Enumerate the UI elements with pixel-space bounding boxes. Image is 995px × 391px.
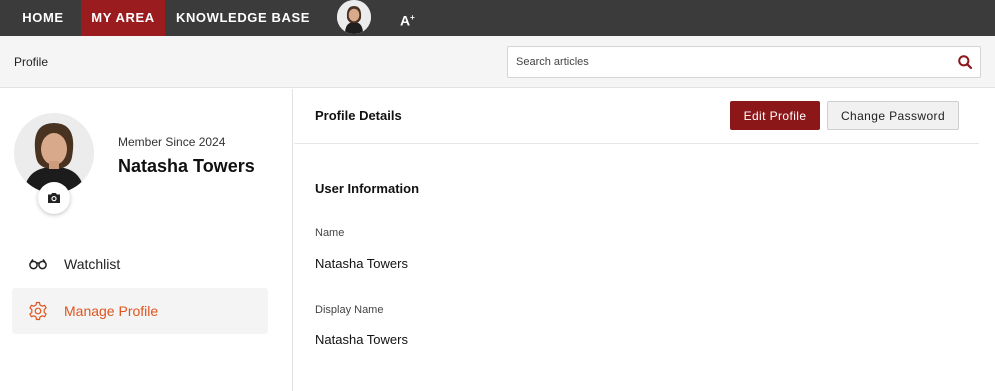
nav-avatar[interactable] (337, 0, 371, 34)
search-box (507, 46, 981, 78)
accessibility-toggle[interactable]: A+ (400, 0, 415, 36)
page-title: Profile Details (315, 108, 402, 123)
nav-home[interactable]: HOME (10, 0, 76, 36)
gear-icon (29, 301, 47, 321)
avatar-photo-icon (14, 113, 94, 193)
name-value: Natasha Towers (315, 256, 408, 271)
sidebar-item-label: Watchlist (64, 256, 121, 272)
display-name-label: Display Name (315, 304, 384, 316)
change-photo-button[interactable] (38, 182, 70, 214)
name-label: Name (315, 227, 345, 239)
accessibility-letter: A (400, 12, 411, 29)
sub-header: Profile (0, 36, 995, 88)
profile-sidebar: Member Since 2024 Natasha Towers Watchli… (0, 89, 293, 391)
sidebar-item-label: Manage Profile (64, 303, 159, 319)
breadcrumb: Profile (14, 55, 49, 69)
binoculars-icon (29, 259, 47, 270)
avatar-photo-icon (337, 0, 371, 34)
nav-knowledge-base[interactable]: KNOWLEDGE BASE (169, 0, 317, 36)
search-icon[interactable] (957, 54, 973, 70)
member-since: Member Since 2024 (118, 135, 226, 149)
avatar (14, 113, 94, 193)
search-input[interactable] (508, 47, 948, 77)
sidebar-item-watchlist[interactable]: Watchlist (12, 241, 268, 287)
nav-my-area[interactable]: MY AREA (81, 0, 165, 36)
user-name: Natasha Towers (118, 156, 255, 176)
display-name-value: Natasha Towers (315, 332, 408, 347)
sidebar-item-manage-profile[interactable]: Manage Profile (12, 288, 268, 334)
edit-profile-button[interactable]: Edit Profile (730, 101, 820, 130)
profile-main: Profile Details Edit Profile Change Pass… (294, 89, 995, 391)
section-title: User Information (315, 181, 420, 196)
accessibility-plus: + (410, 13, 415, 22)
profile-details-header: Profile Details Edit Profile Change Pass… (294, 89, 979, 144)
change-password-button[interactable]: Change Password (827, 101, 959, 130)
top-navigation: HOME MY AREA KNOWLEDGE BASE A+ (0, 0, 995, 36)
camera-icon (48, 193, 60, 203)
